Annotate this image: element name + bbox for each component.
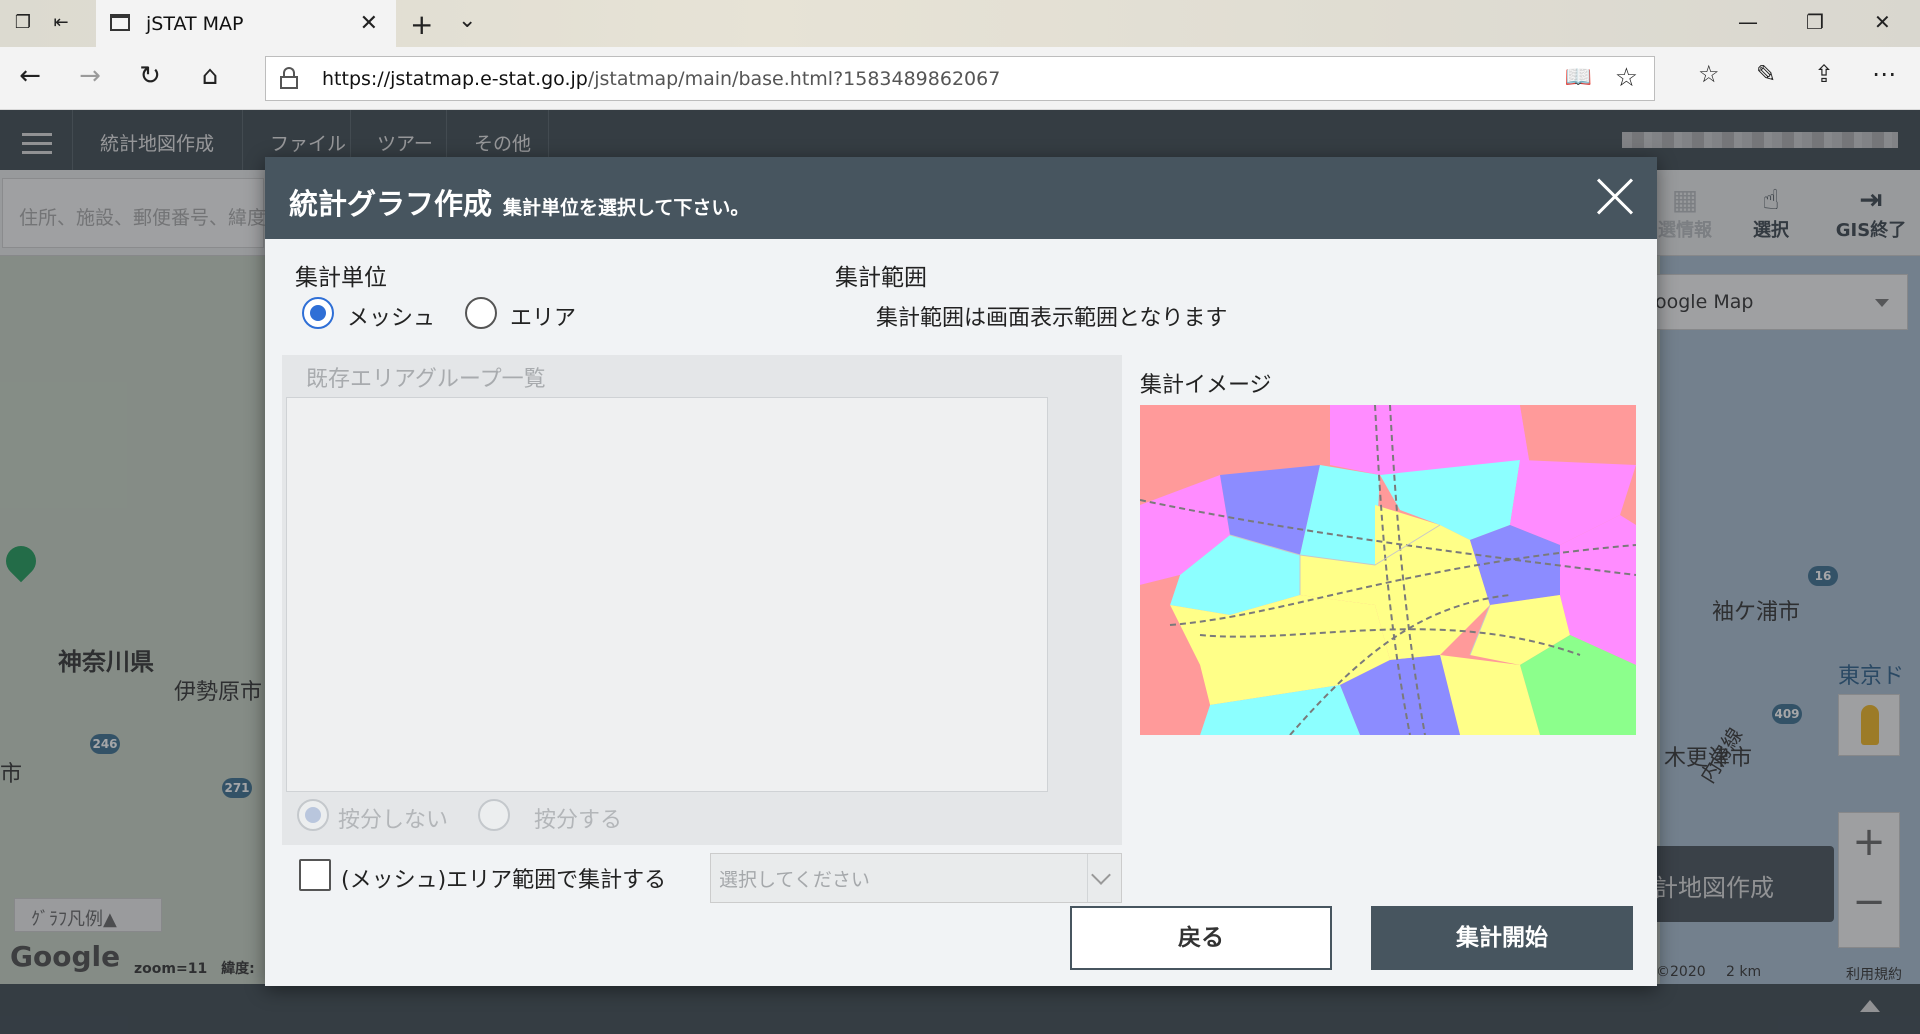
share-icon[interactable]: ⇪ (1814, 60, 1834, 88)
page-icon (110, 14, 130, 31)
restore-icon[interactable]: ❐ (1806, 10, 1824, 34)
close-icon[interactable] (1595, 177, 1635, 217)
start-aggregation-button[interactable]: 集計開始 (1371, 906, 1633, 970)
close-tab-icon[interactable]: ✕ (360, 11, 378, 36)
favorite-star-icon[interactable]: ☆ (1615, 63, 1638, 93)
dialog-title: 統計グラフ作成 (289, 187, 493, 221)
stat-graph-dialog: 統計グラフ作成 集計単位を選択して下さい。 集計単位 メッシュ エリア 集計範囲… (265, 157, 1657, 986)
tab-jstat-map[interactable]: jSTAT MAP ✕ (96, 0, 396, 47)
dialog-subtitle: 集計単位を選択して下さい。 (503, 197, 750, 219)
lock-icon (280, 67, 298, 89)
radio-area[interactable] (465, 297, 497, 329)
pen-icon[interactable]: ✎ (1756, 60, 1776, 88)
radio-mesh-label[interactable]: メッシュ (347, 300, 435, 332)
close-window-icon[interactable]: ✕ (1874, 10, 1891, 34)
radio-area-label[interactable]: エリア (510, 300, 576, 332)
radio-apportion[interactable] (478, 799, 510, 831)
home-icon[interactable]: ⌂ (192, 61, 228, 91)
range-text: 集計範囲は画面表示範囲となります (876, 306, 1228, 331)
radio-apportion-label[interactable]: 按分する (534, 802, 622, 834)
unit-label: 集計単位 (295, 265, 387, 291)
radio-no-apportion-label[interactable]: 按分しない (338, 802, 448, 834)
radio-mesh[interactable] (302, 297, 334, 329)
address-toolbar: ← → ↻ ⌂ https://jstatmap.e-stat.go.jp/js… (0, 47, 1920, 110)
aggregation-preview-image (1140, 405, 1636, 735)
new-tab-icon[interactable]: + (410, 8, 433, 41)
area-group-title: 既存エリアグループ一覧 (306, 367, 546, 392)
back-icon[interactable]: ← (12, 61, 48, 91)
area-range-checkbox[interactable] (299, 859, 331, 891)
radio-no-apportion[interactable] (297, 799, 329, 831)
tab-actions-icon[interactable]: ❐ (12, 12, 34, 34)
favorites-icon[interactable]: ☆ (1698, 60, 1720, 88)
back-button[interactable]: 戻る (1070, 906, 1332, 970)
tab-title: jSTAT MAP (146, 13, 244, 35)
browser-window: ❐ ⇤ jSTAT MAP ✕ + ⌄ — ❐ ✕ ← → ↻ ⌂ https:… (0, 0, 1920, 1034)
dialog-header: 統計グラフ作成 集計単位を選択して下さい。 (265, 157, 1657, 239)
preview-label: 集計イメージ (1140, 373, 1272, 398)
area-group-panel: 既存エリアグループ一覧 按分しない 按分する (282, 355, 1122, 845)
url-text[interactable]: https://jstatmap.e-stat.go.jp/jstatmap/m… (322, 68, 1000, 90)
select-placeholder: 選択してください (719, 869, 870, 891)
tab-bar: ❐ ⇤ jSTAT MAP ✕ + ⌄ — ❐ ✕ (0, 0, 1920, 47)
tabs-aside-icon[interactable]: ⇤ (50, 12, 72, 34)
chevron-down-icon (1087, 854, 1115, 902)
preview-map-svg (1140, 405, 1636, 735)
minimize-icon[interactable]: — (1738, 10, 1758, 34)
chevron-down-icon[interactable]: ⌄ (458, 8, 476, 33)
refresh-icon[interactable]: ↻ (132, 61, 168, 91)
range-label: 集計範囲 (835, 265, 927, 291)
more-icon[interactable]: ⋯ (1872, 60, 1896, 88)
area-range-checkbox-label[interactable]: (メッシュ)エリア範囲で集計する (341, 862, 666, 894)
reading-view-icon[interactable]: 📖 (1565, 65, 1592, 90)
forward-icon[interactable]: → (72, 61, 108, 91)
url-bar[interactable]: https://jstatmap.e-stat.go.jp/jstatmap/m… (265, 56, 1655, 101)
area-group-select[interactable]: 選択してください (710, 853, 1122, 903)
area-group-list[interactable] (286, 397, 1048, 792)
